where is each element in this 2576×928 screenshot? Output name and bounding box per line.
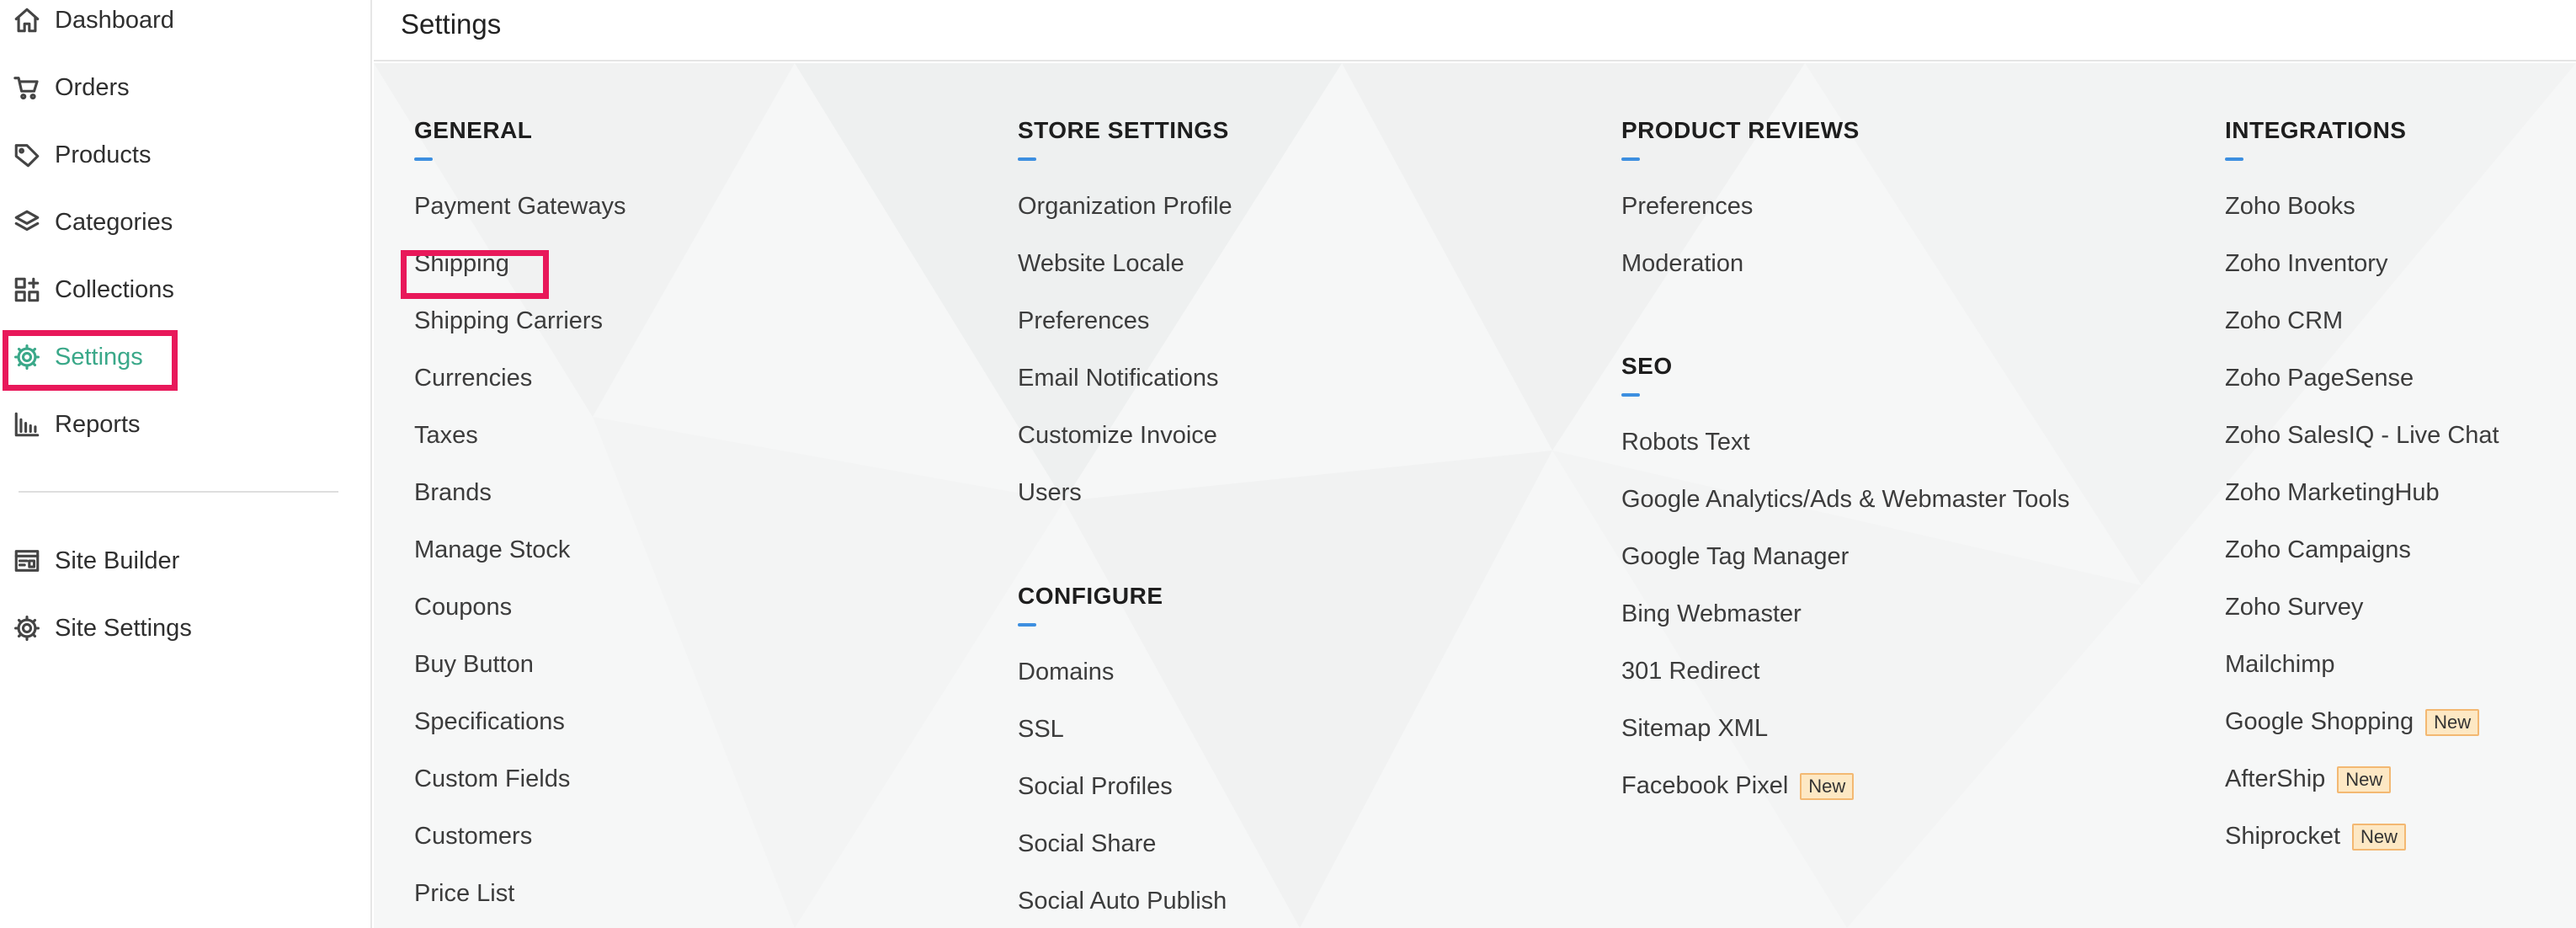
link-zoho-campaigns[interactable]: Zoho Campaigns <box>2225 536 2411 564</box>
link-google-analytics[interactable]: Google Analytics/Ads & Webmaster Tools <box>1621 486 2069 514</box>
link-domains[interactable]: Domains <box>1018 659 1114 686</box>
main-panel: Settings GENERAL Payment Gateways Shippi… <box>374 0 2576 928</box>
link-currencies[interactable]: Currencies <box>414 365 532 392</box>
link-label: Shiprocket <box>2225 823 2341 850</box>
link-taxes[interactable]: Taxes <box>414 422 478 450</box>
link-moderation[interactable]: Moderation <box>1621 250 1743 278</box>
new-badge: New <box>2425 708 2480 736</box>
link-zoho-salesiq[interactable]: Zoho SalesIQ - Live Chat <box>2225 422 2499 450</box>
sidebar-item-label: Dashboard <box>55 6 174 34</box>
tag-icon <box>12 140 42 170</box>
link-social-share[interactable]: Social Share <box>1018 830 1156 858</box>
sidebar-item-label: Site Settings <box>55 614 192 642</box>
sidebar-item-label: Products <box>55 141 152 168</box>
link-users[interactable]: Users <box>1018 479 1082 507</box>
section-title: SEO <box>1621 353 1673 379</box>
link-zoho-inventory[interactable]: Zoho Inventory <box>2225 250 2387 278</box>
section-underline <box>2225 157 2243 161</box>
link-brands[interactable]: Brands <box>414 479 492 507</box>
link-google-tag-manager[interactable]: Google Tag Manager <box>1621 543 1849 571</box>
sidebar-item-label: Reports <box>55 410 141 438</box>
grid-icon <box>12 275 42 305</box>
gear-icon <box>12 613 42 643</box>
link-price-list[interactable]: Price List <box>414 880 514 908</box>
sidebar-item-label: Collections <box>55 275 174 303</box>
link-zoho-pagesense[interactable]: Zoho PageSense <box>2225 365 2414 392</box>
section-underline <box>1018 623 1036 627</box>
link-review-preferences[interactable]: Preferences <box>1621 193 1753 221</box>
link-manage-stock[interactable]: Manage Stock <box>414 536 570 564</box>
sidebar-item-reports[interactable]: Reports <box>0 391 354 458</box>
link-specifications[interactable]: Specifications <box>414 708 565 736</box>
link-payment-gateways[interactable]: Payment Gateways <box>414 193 625 221</box>
section-title: GENERAL <box>414 117 533 143</box>
link-mailchimp[interactable]: Mailchimp <box>2225 651 2335 679</box>
home-icon <box>12 5 42 35</box>
link-social-auto-publish[interactable]: Social Auto Publish <box>1018 888 1227 915</box>
cart-icon <box>12 72 42 103</box>
link-zoho-crm[interactable]: Zoho CRM <box>2225 307 2343 335</box>
bar-chart-icon <box>12 409 42 440</box>
sidebar-item-site-settings[interactable]: Site Settings <box>0 595 354 662</box>
link-label: Google Shopping <box>2225 708 2414 735</box>
sidebar-item-dashboard[interactable]: Dashboard <box>0 0 354 54</box>
new-badge: New <box>1800 772 1855 800</box>
sidebar-item-collections[interactable]: Collections <box>0 256 354 323</box>
sidebar-item-site-builder[interactable]: Site Builder <box>0 527 354 595</box>
link-buy-button[interactable]: Buy Button <box>414 651 534 679</box>
section-title: PRODUCT REVIEWS <box>1621 117 1860 143</box>
link-facebook-pixel[interactable]: Facebook Pixel New <box>1621 772 1855 800</box>
section-underline <box>1621 393 1640 397</box>
link-label: Facebook Pixel <box>1621 772 1789 799</box>
link-aftership[interactable]: AfterShip New <box>2225 765 2392 793</box>
sidebar: Dashboard Orders Products Categories Col… <box>0 0 372 928</box>
link-preferences[interactable]: Preferences <box>1018 307 1149 335</box>
link-email-notifications[interactable]: Email Notifications <box>1018 365 1219 392</box>
sidebar-item-orders[interactable]: Orders <box>0 54 354 121</box>
section-underline <box>1621 157 1640 161</box>
section-underline <box>414 157 433 161</box>
sidebar-item-categories[interactable]: Categories <box>0 189 354 256</box>
link-301-redirect[interactable]: 301 Redirect <box>1621 658 1759 685</box>
sidebar-item-label: Orders <box>55 73 130 101</box>
link-zoho-books[interactable]: Zoho Books <box>2225 193 2355 221</box>
new-badge: New <box>2352 823 2407 851</box>
section-underline <box>1018 157 1036 161</box>
new-badge: New <box>2337 765 2392 793</box>
page-title: Settings <box>401 8 502 40</box>
link-google-shopping[interactable]: Google Shopping New <box>2225 708 2480 736</box>
link-label: AfterShip <box>2225 765 2326 792</box>
section-title: INTEGRATIONS <box>2225 117 2407 143</box>
sidebar-divider <box>19 491 338 493</box>
link-shipping-carriers[interactable]: Shipping Carriers <box>414 307 603 335</box>
site-builder-icon <box>12 546 42 576</box>
link-zoho-survey[interactable]: Zoho Survey <box>2225 594 2363 621</box>
layers-icon <box>12 207 42 237</box>
link-custom-fields[interactable]: Custom Fields <box>414 765 570 793</box>
link-organization-profile[interactable]: Organization Profile <box>1018 193 1232 221</box>
settings-content: GENERAL Payment Gateways Shipping Shippi… <box>374 63 2576 928</box>
sidebar-item-label: Site Builder <box>55 547 180 574</box>
link-customize-invoice[interactable]: Customize Invoice <box>1018 422 1217 450</box>
link-shiprocket[interactable]: Shiprocket New <box>2225 823 2407 851</box>
link-sitemap-xml[interactable]: Sitemap XML <box>1621 715 1768 743</box>
link-coupons[interactable]: Coupons <box>414 594 512 621</box>
link-robots-text[interactable]: Robots Text <box>1621 429 1750 456</box>
link-zoho-marketinghub[interactable]: Zoho MarketingHub <box>2225 479 2440 507</box>
link-social-profiles[interactable]: Social Profiles <box>1018 773 1173 801</box>
sidebar-item-label: Categories <box>55 208 173 236</box>
section-title: CONFIGURE <box>1018 583 1163 609</box>
gear-icon <box>12 342 42 372</box>
section-title: STORE SETTINGS <box>1018 117 1229 143</box>
sidebar-item-label: Settings <box>55 343 143 371</box>
link-website-locale[interactable]: Website Locale <box>1018 250 1184 278</box>
link-customers[interactable]: Customers <box>414 823 532 851</box>
link-bing-webmaster[interactable]: Bing Webmaster <box>1621 600 1802 628</box>
sidebar-item-settings[interactable]: Settings <box>0 323 354 391</box>
sidebar-item-products[interactable]: Products <box>0 121 354 189</box>
link-shipping[interactable]: Shipping <box>414 250 509 278</box>
link-ssl[interactable]: SSL <box>1018 716 1064 744</box>
header-bar: Settings <box>374 0 2576 61</box>
